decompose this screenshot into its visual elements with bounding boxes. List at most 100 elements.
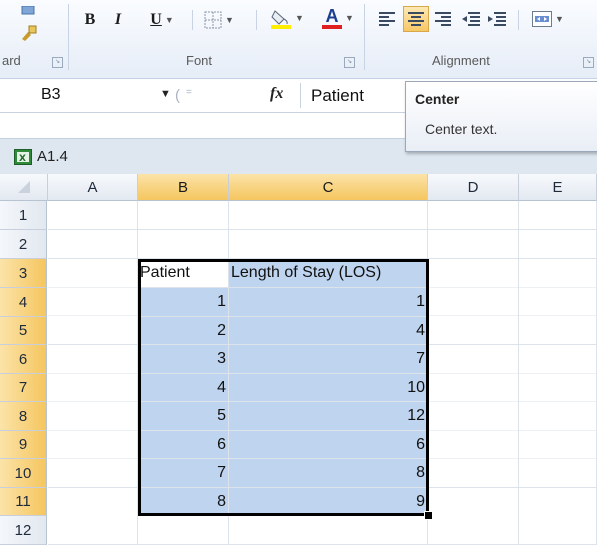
row-header-1[interactable]: 1 bbox=[0, 201, 47, 230]
cell-c11[interactable]: 9 bbox=[229, 488, 428, 516]
align-left-icon[interactable] bbox=[376, 8, 398, 30]
clipboard-dialog-launcher[interactable]: ↘ bbox=[52, 57, 63, 68]
cell-e1[interactable] bbox=[519, 201, 597, 230]
row-header-3[interactable]: 3 bbox=[0, 259, 47, 288]
cell-b3[interactable]: Patient bbox=[138, 259, 229, 288]
tooltip: Center Center text. bbox=[405, 81, 597, 152]
merge-center-icon bbox=[532, 11, 553, 27]
row-header-4[interactable]: 4 bbox=[0, 288, 47, 317]
cell-a12[interactable] bbox=[48, 516, 138, 545]
ribbon-separator bbox=[364, 4, 365, 70]
cell-c1[interactable] bbox=[229, 201, 428, 230]
clipboard-group-label: ard bbox=[2, 53, 21, 68]
italic-button[interactable]: I bbox=[108, 9, 128, 31]
cell-e2[interactable] bbox=[519, 230, 597, 259]
column-a-cells[interactable] bbox=[48, 259, 138, 516]
cell-c2[interactable] bbox=[229, 230, 428, 259]
cell-b2[interactable] bbox=[138, 230, 229, 259]
ribbon-separator bbox=[68, 4, 69, 70]
column-header-c[interactable]: C bbox=[229, 174, 428, 201]
cell-b10[interactable]: 7 bbox=[138, 459, 229, 488]
cell-d1[interactable] bbox=[428, 201, 519, 230]
cell-c4[interactable]: 1 bbox=[229, 288, 428, 317]
ribbon: ard ↘ B I U▼ ▼ ▼ A ▼ Font ↘ ▼ Alignment bbox=[0, 0, 597, 79]
worksheet-grid[interactable]: A B C D E 1 2 3 4 5 6 7 8 9 10 11 12 Pat… bbox=[0, 174, 597, 548]
row-header-9[interactable]: 9 bbox=[0, 431, 47, 459]
insert-function-button[interactable]: fx bbox=[270, 85, 283, 103]
cell-b7[interactable]: 4 bbox=[138, 374, 229, 402]
alignment-dialog-launcher[interactable]: ↘ bbox=[583, 57, 594, 68]
chevron-down-icon: ▼ bbox=[164, 15, 174, 25]
cell-c6[interactable]: 7 bbox=[229, 345, 428, 374]
cell-b12[interactable] bbox=[138, 516, 229, 545]
cancel-icon: = bbox=[186, 87, 192, 98]
select-all-corner[interactable] bbox=[0, 174, 48, 201]
row-header-12[interactable]: 12 bbox=[0, 516, 47, 545]
decrease-indent-icon[interactable] bbox=[460, 8, 482, 30]
borders-button[interactable]: ▼ bbox=[196, 9, 242, 31]
column-header-a[interactable]: A bbox=[48, 174, 138, 201]
cell-b6[interactable]: 3 bbox=[138, 345, 229, 374]
font-color-letter: A bbox=[325, 5, 339, 26]
underline-label: U bbox=[150, 11, 162, 28]
fill-color-button[interactable]: ▼ bbox=[264, 7, 310, 29]
chevron-down-icon[interactable]: ▼ bbox=[160, 88, 171, 100]
row-header-7[interactable]: 7 bbox=[0, 374, 47, 402]
column-d-cells[interactable] bbox=[428, 259, 519, 516]
cell-d2[interactable] bbox=[428, 230, 519, 259]
formula-bar-resize-handle[interactable]: ( bbox=[175, 87, 180, 104]
font-color-button[interactable]: A ▼ bbox=[316, 7, 360, 29]
column-e-cells[interactable] bbox=[519, 259, 597, 516]
cell-b11[interactable]: 8 bbox=[138, 488, 229, 516]
increase-indent-icon[interactable] bbox=[486, 8, 508, 30]
chevron-down-icon: ▼ bbox=[345, 13, 354, 23]
cell-a2[interactable] bbox=[48, 230, 138, 259]
row-header-10[interactable]: 10 bbox=[0, 459, 47, 488]
underline-button[interactable]: U ▼ bbox=[140, 9, 184, 31]
font-dialog-launcher[interactable]: ↘ bbox=[344, 57, 355, 68]
font-group-label: Font bbox=[186, 53, 213, 68]
column-header-e[interactable]: E bbox=[519, 174, 597, 201]
row-header-6[interactable]: 6 bbox=[0, 345, 47, 374]
name-box[interactable]: B3 ▼ bbox=[0, 83, 175, 107]
fill-color-icon bbox=[271, 10, 292, 29]
align-center-icon[interactable] bbox=[403, 6, 429, 32]
cell-c8[interactable]: 12 bbox=[229, 402, 428, 431]
row-header-8[interactable]: 8 bbox=[0, 402, 47, 431]
fill-handle[interactable] bbox=[424, 511, 433, 520]
name-box-value: B3 bbox=[41, 86, 61, 103]
excel-workbook-icon: X bbox=[14, 149, 32, 170]
cell-d12[interactable] bbox=[428, 516, 519, 545]
cell-b8[interactable]: 5 bbox=[138, 402, 229, 431]
cell-c12[interactable] bbox=[229, 516, 428, 545]
cell-c5[interactable]: 4 bbox=[229, 317, 428, 345]
cell-c3[interactable]: Length of Stay (LOS) bbox=[229, 259, 428, 288]
format-painter-icon[interactable] bbox=[18, 22, 40, 44]
chevron-down-icon: ▼ bbox=[295, 13, 304, 23]
cell-c10[interactable]: 8 bbox=[229, 459, 428, 488]
column-header-d[interactable]: D bbox=[428, 174, 519, 201]
ribbon-separator bbox=[256, 10, 257, 30]
font-color-swatch bbox=[322, 24, 343, 29]
copy-icon[interactable] bbox=[18, 0, 40, 22]
cell-e12[interactable] bbox=[519, 516, 597, 545]
column-header-b[interactable]: B bbox=[138, 174, 229, 201]
merge-center-button[interactable]: ▼ bbox=[526, 8, 570, 30]
bold-button[interactable]: B bbox=[80, 9, 100, 31]
row-header-5[interactable]: 5 bbox=[0, 317, 47, 345]
cell-c9[interactable]: 6 bbox=[229, 431, 428, 459]
tooltip-description: Center text. bbox=[425, 121, 498, 137]
align-right-icon[interactable] bbox=[432, 8, 454, 30]
row-header-2[interactable]: 2 bbox=[0, 230, 47, 259]
cell-b1[interactable] bbox=[138, 201, 229, 230]
svg-text:X: X bbox=[19, 154, 26, 164]
cell-b5[interactable]: 2 bbox=[138, 317, 229, 345]
cell-a1[interactable] bbox=[48, 201, 138, 230]
row-header-11[interactable]: 11 bbox=[0, 488, 47, 516]
cell-c7[interactable]: 10 bbox=[229, 374, 428, 402]
borders-icon bbox=[204, 11, 222, 29]
cell-b9[interactable]: 6 bbox=[138, 431, 229, 459]
ribbon-separator bbox=[192, 10, 193, 30]
cell-b4[interactable]: 1 bbox=[138, 288, 229, 317]
chevron-down-icon: ▼ bbox=[225, 15, 234, 25]
